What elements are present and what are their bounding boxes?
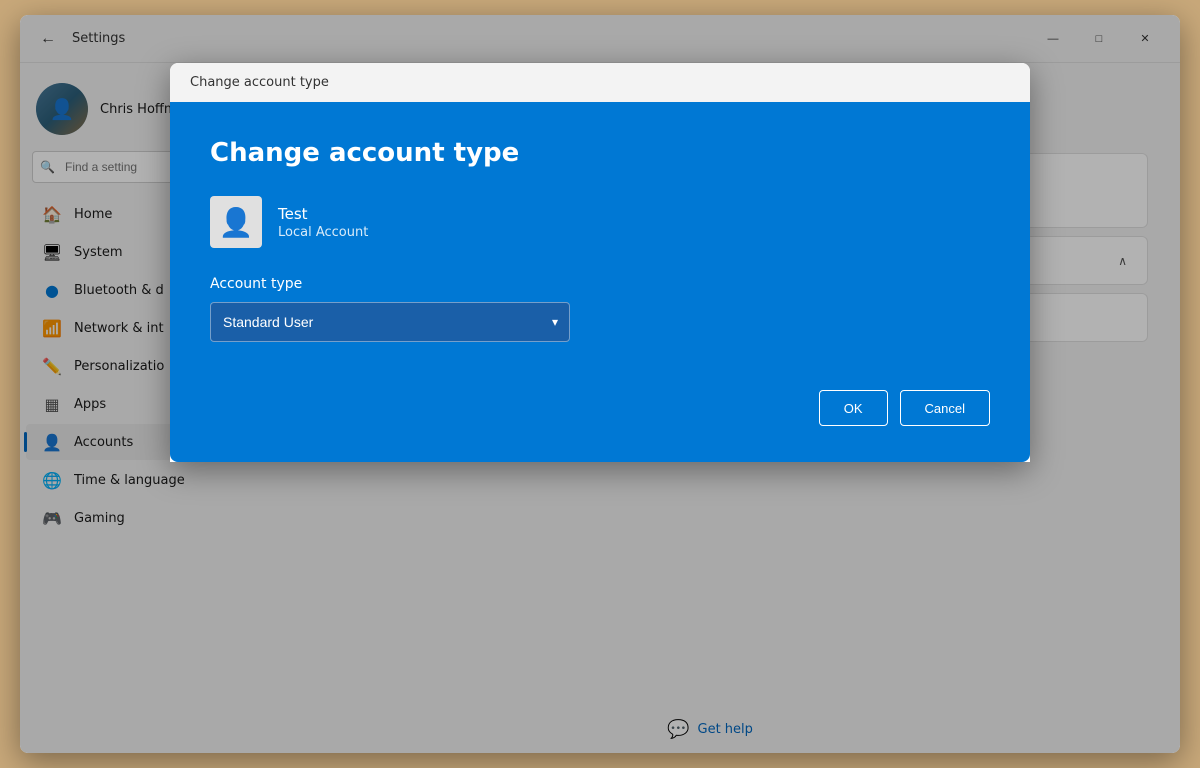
dialog-user-name: Test: [278, 205, 368, 223]
user-avatar-icon: 👤: [219, 206, 254, 239]
dialog-actions: OK Cancel: [210, 390, 990, 426]
dialog-avatar: 👤: [210, 196, 262, 248]
ok-button[interactable]: OK: [819, 390, 888, 426]
account-type-select-wrap: Standard User Administrator ▾: [210, 302, 570, 342]
dialog-user-row: 👤 Test Local Account: [210, 196, 990, 248]
dialog-user-type: Local Account: [278, 225, 368, 240]
account-type-select[interactable]: Standard User Administrator: [210, 302, 570, 342]
account-type-label: Account type: [210, 276, 990, 292]
settings-window: ← Settings — □ ✕ 👤 Chris Hoffman 🔍 🏠: [20, 15, 1180, 753]
dialog: Change account type Change account type …: [170, 63, 1030, 462]
dialog-titlebar: Change account type: [170, 63, 1030, 102]
dialog-title: Change account type: [210, 138, 990, 168]
cancel-button[interactable]: Cancel: [900, 390, 990, 426]
dialog-user-info: Test Local Account: [278, 205, 368, 240]
dialog-body: Change account type 👤 Test Local Account…: [170, 102, 1030, 462]
dialog-titlebar-label: Change account type: [190, 75, 329, 90]
dialog-overlay: Change account type Change account type …: [20, 15, 1180, 753]
